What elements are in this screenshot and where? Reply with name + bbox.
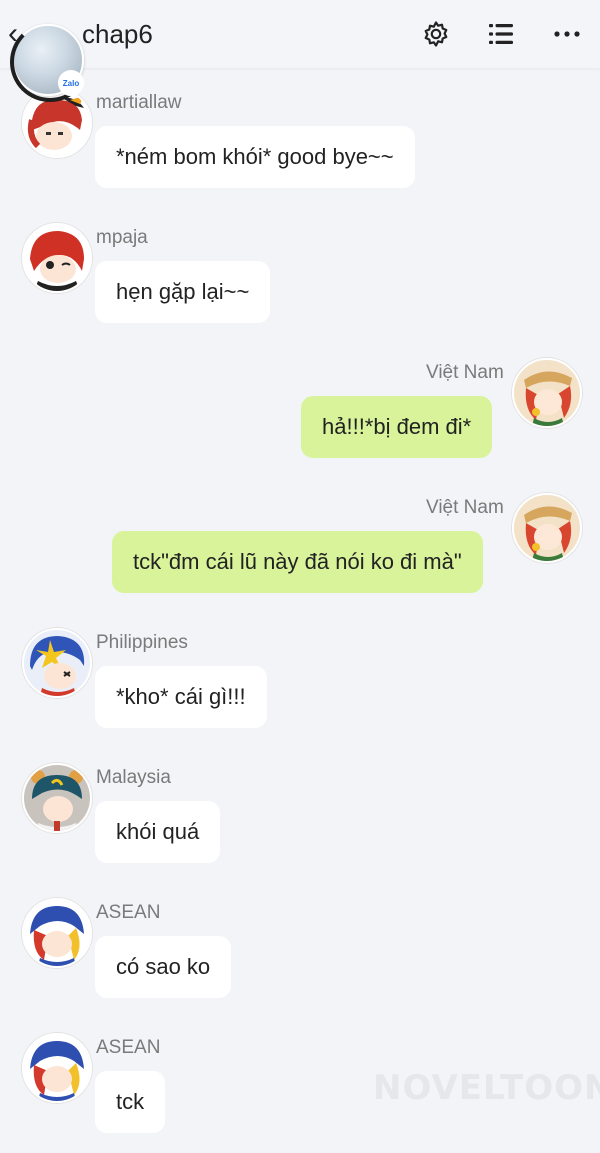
sender-name: Việt Nam [426, 362, 504, 383]
settings-gear-icon[interactable] [420, 18, 452, 50]
member-list-icon[interactable] [485, 18, 517, 50]
message-bubble[interactable]: tck [95, 1071, 166, 1133]
avatar[interactable] [22, 898, 92, 968]
message-bubble[interactable]: có sao ko [95, 936, 232, 998]
avatar[interactable] [22, 223, 92, 293]
more-options-icon[interactable] [551, 18, 583, 50]
avatar[interactable] [22, 763, 92, 833]
avatar[interactable] [22, 1033, 92, 1103]
message-bubble[interactable]: tck"đm cái lũ này đã nói ko đi mà" [112, 531, 483, 593]
sender-name: Malaysia [96, 767, 171, 788]
message-bubble[interactable]: khói quá [95, 801, 221, 863]
sender-name: ASEAN [96, 1037, 161, 1058]
avatar[interactable] [512, 493, 582, 563]
zalo-badge: Zalo [58, 70, 84, 96]
sender-name: mpaja [96, 227, 148, 248]
avatar[interactable] [512, 358, 582, 428]
message-bubble[interactable]: *kho* cái gì!!! [95, 666, 267, 728]
message-bubble[interactable]: hẹn gặp lại~~ [95, 261, 271, 323]
noveltoon-watermark: NOVELTOON [373, 1068, 600, 1108]
avatar[interactable] [22, 628, 92, 698]
chat-header: ‹ chap6 [0, 0, 600, 68]
sender-name: ASEAN [96, 902, 161, 923]
sender-name: Việt Nam [426, 497, 504, 518]
sender-name: martiallaw [96, 92, 182, 113]
message-bubble[interactable]: *ném bom khói* good bye~~ [95, 126, 415, 188]
message-bubble[interactable]: hả!!!*bị đem đi* [301, 396, 493, 458]
sender-name: Philippines [96, 632, 188, 653]
chat-title: chap6 [82, 19, 153, 49]
